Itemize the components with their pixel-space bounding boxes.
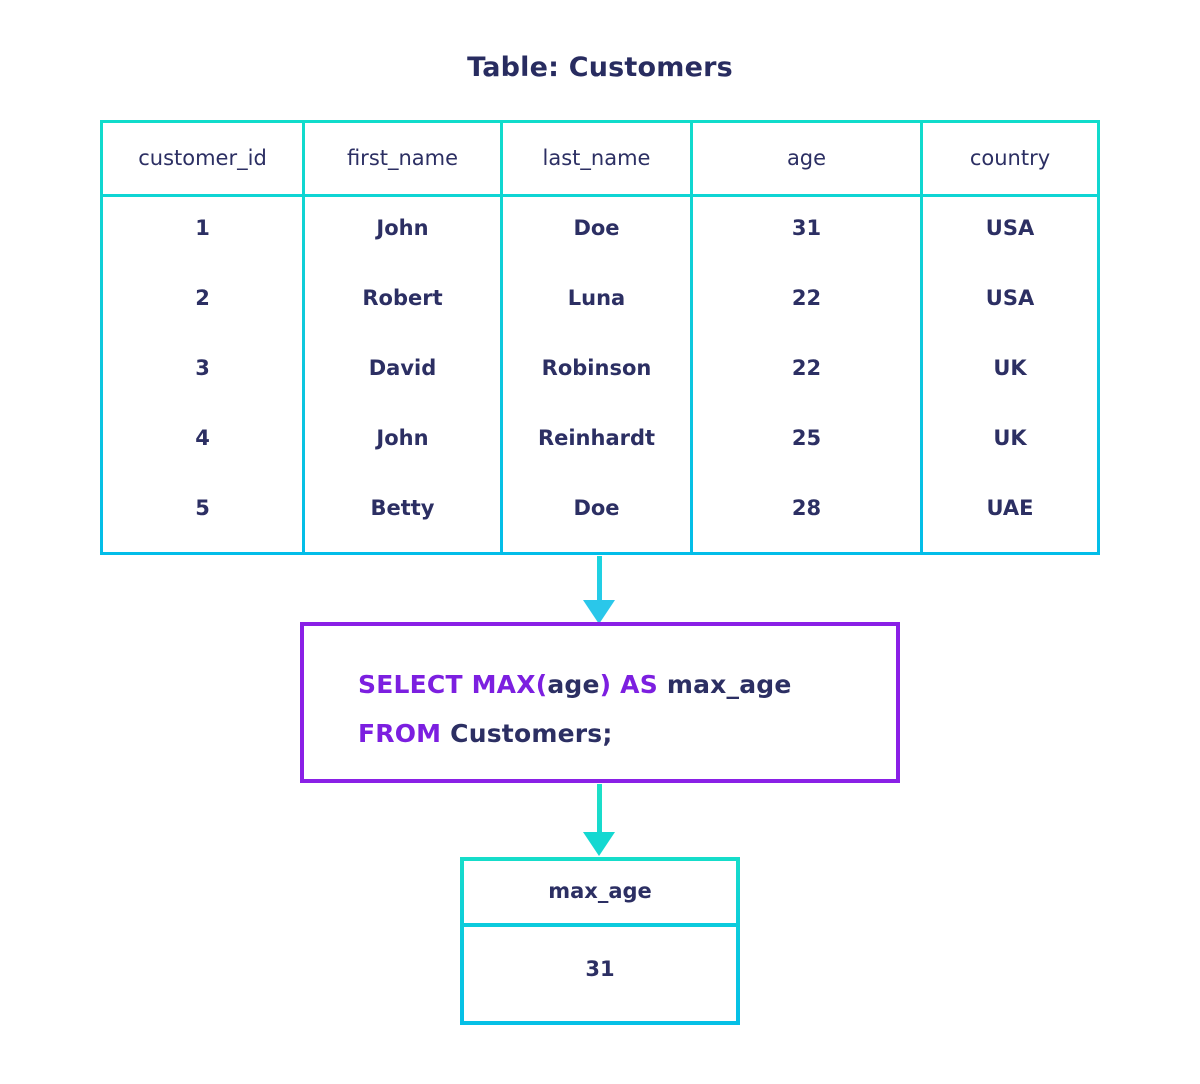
column-divider-4 bbox=[920, 120, 923, 555]
result-table: max_age 31 bbox=[460, 857, 740, 1025]
table-row: Robert bbox=[362, 286, 443, 310]
column-header-country: country bbox=[969, 146, 1051, 170]
table-row: 22 bbox=[791, 286, 822, 310]
table-row: Doe bbox=[573, 496, 620, 520]
result-column-header-max-age: max_age bbox=[548, 879, 652, 903]
sql-alias-max-age: max_age bbox=[666, 670, 792, 699]
column-divider-1 bbox=[302, 120, 305, 555]
table-row: USA bbox=[985, 286, 1035, 310]
table-border-left bbox=[100, 120, 103, 555]
table-row: 28 bbox=[791, 496, 822, 520]
table-row: John bbox=[376, 426, 429, 450]
arrow-down-icon bbox=[581, 556, 617, 624]
sql-keyword-as: ) AS bbox=[599, 670, 667, 699]
table-border-top bbox=[100, 120, 1100, 123]
table-row: Robinson bbox=[541, 356, 652, 380]
arrow-stem bbox=[596, 556, 602, 602]
page-title: Table: Customers bbox=[467, 52, 733, 83]
table-row: David bbox=[368, 356, 437, 380]
result-border-right bbox=[736, 857, 740, 1025]
table-row: Doe bbox=[573, 216, 620, 240]
table-row: UK bbox=[993, 426, 1027, 450]
table-row: 22 bbox=[791, 356, 822, 380]
table-row: 5 bbox=[195, 496, 210, 520]
source-table: customer_id first_name last_name age cou… bbox=[100, 120, 1100, 555]
table-row: 4 bbox=[195, 426, 210, 450]
sql-argument-age: age bbox=[547, 670, 600, 699]
sql-keyword-select-max: SELECT MAX( bbox=[358, 670, 548, 699]
table-header-rule bbox=[100, 194, 1100, 197]
table-row: UAE bbox=[986, 496, 1034, 520]
table-row: 2 bbox=[195, 286, 210, 310]
result-border-bottom bbox=[460, 1021, 740, 1025]
column-divider-3 bbox=[690, 120, 693, 555]
column-divider-2 bbox=[500, 120, 503, 555]
table-row: John bbox=[376, 216, 429, 240]
arrow-down-icon bbox=[581, 784, 617, 858]
sql-table-name: Customers; bbox=[450, 719, 613, 748]
arrow-head bbox=[583, 832, 615, 856]
table-row: 25 bbox=[791, 426, 822, 450]
table-row: Reinhardt bbox=[537, 426, 656, 450]
arrow-head bbox=[583, 600, 615, 624]
sql-statement-line-2: FROM Customers; bbox=[358, 719, 613, 748]
table-row: 31 bbox=[791, 216, 822, 240]
table-row: Betty bbox=[370, 496, 435, 520]
column-header-first-name: first_name bbox=[346, 146, 459, 170]
table-row: 1 bbox=[195, 216, 210, 240]
source-table-grid bbox=[100, 120, 1100, 555]
sql-statement-line-1: SELECT MAX(age) AS max_age bbox=[358, 670, 792, 699]
table-row: USA bbox=[985, 216, 1035, 240]
column-header-last-name: last_name bbox=[542, 146, 651, 170]
table-row: UK bbox=[993, 356, 1027, 380]
sql-query-box: SELECT MAX(age) AS max_age FROM Customer… bbox=[300, 622, 900, 783]
table-row: 3 bbox=[195, 356, 210, 380]
table-row: Luna bbox=[567, 286, 626, 310]
column-header-customer-id: customer_id bbox=[138, 146, 267, 170]
result-border-top bbox=[460, 857, 740, 861]
result-header-rule bbox=[460, 923, 740, 927]
sql-keyword-from: FROM bbox=[358, 719, 451, 748]
arrow-stem bbox=[596, 784, 602, 834]
result-value-max-age: 31 bbox=[585, 957, 615, 981]
table-border-bottom bbox=[100, 552, 1100, 555]
table-border-right bbox=[1097, 120, 1100, 555]
column-header-age: age bbox=[786, 146, 827, 170]
